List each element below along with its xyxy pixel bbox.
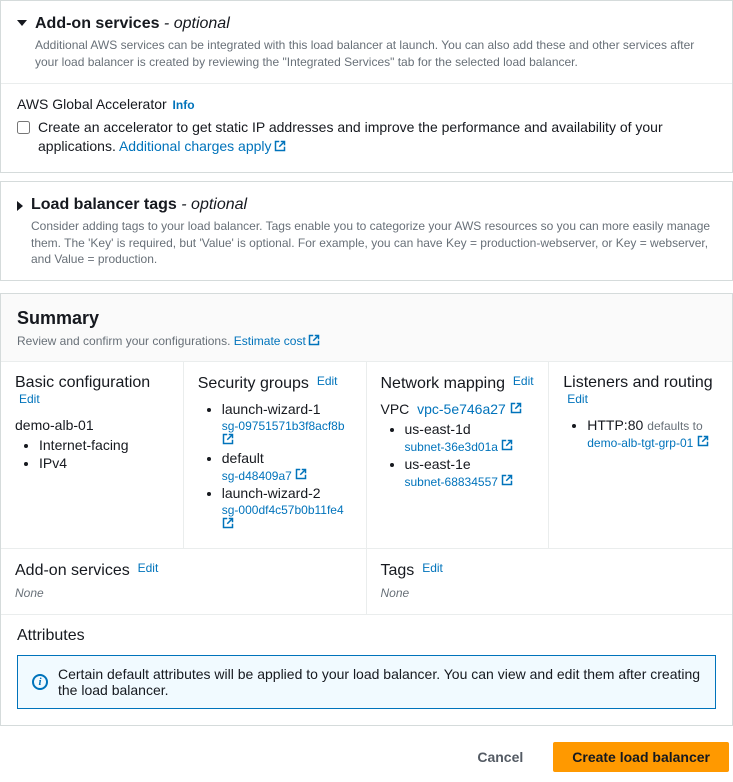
- tags-panel: Load balancer tags - optional Consider a…: [0, 181, 733, 281]
- accelerator-desc: Create an accelerator to get static IP a…: [38, 118, 716, 158]
- addon-services-panel: Add-on services - optional Additional AW…: [0, 0, 733, 173]
- edit-basic-link[interactable]: Edit: [19, 392, 40, 406]
- sg-title: Security groups: [198, 375, 309, 392]
- summary-panel: Summary Review and confirm your configur…: [0, 293, 733, 726]
- estimate-cost-link[interactable]: Estimate cost: [234, 334, 320, 348]
- optional-label: - optional: [159, 15, 229, 32]
- edit-addon-link[interactable]: Edit: [138, 561, 159, 575]
- sg-link[interactable]: sg-d48409a7: [222, 468, 352, 483]
- list-item: us-east-1d subnet-36e3d01a: [405, 421, 535, 454]
- footer: Cancel Create load balancer: [0, 726, 733, 782]
- summary-desc: Review and confirm your configurations. …: [17, 333, 716, 351]
- addon-desc: Additional AWS services can be integrate…: [35, 37, 716, 71]
- info-icon: i: [32, 674, 48, 690]
- list-item: HTTP:80defaults to demo-alb-tgt-grp-01: [587, 417, 718, 450]
- edit-sg-link[interactable]: Edit: [317, 374, 338, 388]
- list-item: Internet-facing: [39, 437, 169, 453]
- listeners-card: Listeners and routing Edit HTTP:80defaul…: [549, 362, 732, 548]
- external-link-icon: [308, 334, 320, 351]
- tags-desc: Consider adding tags to your load balanc…: [31, 218, 716, 268]
- listeners-title: Listeners and routing: [563, 374, 712, 391]
- list-item: launch-wizard-2 sg-000df4c57b0b11fe4: [222, 485, 352, 532]
- subnet-link[interactable]: subnet-36e3d01a: [405, 439, 535, 454]
- global-accelerator-label: AWS Global Accelerator: [17, 96, 167, 112]
- list-item: default sg-d48409a7: [222, 450, 352, 483]
- edit-network-link[interactable]: Edit: [513, 374, 534, 388]
- tags-summary-card: Tags Edit None: [367, 549, 733, 614]
- target-group-link[interactable]: demo-alb-tgt-grp-01: [587, 435, 718, 450]
- list-item: us-east-1e subnet-68834557: [405, 456, 535, 489]
- attributes-info-box: i Certain default attributes will be app…: [17, 655, 716, 709]
- list-item: IPv4: [39, 455, 169, 471]
- sg-link[interactable]: sg-000df4c57b0b11fe4: [222, 503, 352, 532]
- vpc-label: VPC: [381, 401, 410, 417]
- basic-config-card: Basic configuration Edit demo-alb-01 Int…: [1, 362, 184, 548]
- list-item: launch-wizard-1 sg-09751571b3f8acf8b: [222, 401, 352, 448]
- summary-title: Summary: [17, 308, 716, 329]
- tags-title: Load balancer tags: [31, 196, 177, 213]
- attributes-info-text: Certain default attributes will be appli…: [58, 666, 701, 698]
- addon-summary-card: Add-on services Edit None: [1, 549, 367, 614]
- tags-summary-title: Tags: [381, 562, 415, 579]
- accelerator-checkbox[interactable]: [17, 121, 30, 134]
- subnet-link[interactable]: subnet-68834557: [405, 474, 535, 489]
- info-link[interactable]: Info: [173, 98, 195, 112]
- tags-none: None: [381, 586, 719, 600]
- basic-title: Basic configuration: [15, 374, 150, 391]
- caret-down-icon[interactable]: [17, 20, 27, 26]
- cancel-button[interactable]: Cancel: [459, 742, 541, 772]
- network-mapping-card: Network mapping Edit VPC vpc-5e746a27 us…: [367, 362, 550, 548]
- external-link-icon: [274, 138, 286, 158]
- create-load-balancer-button[interactable]: Create load balancer: [553, 742, 729, 772]
- edit-tags-link[interactable]: Edit: [422, 561, 443, 575]
- sg-link[interactable]: sg-09751571b3f8acf8b: [222, 419, 352, 448]
- network-title: Network mapping: [381, 375, 506, 392]
- addon-summary-title: Add-on services: [15, 562, 130, 579]
- additional-charges-link[interactable]: Additional charges apply: [119, 138, 286, 154]
- edit-listeners-link[interactable]: Edit: [567, 392, 588, 406]
- caret-right-icon[interactable]: [17, 201, 23, 211]
- vpc-link[interactable]: vpc-5e746a27: [417, 401, 522, 417]
- addon-title: Add-on services: [35, 15, 159, 32]
- security-groups-card: Security groups Edit launch-wizard-1 sg-…: [184, 362, 367, 548]
- addon-none: None: [15, 586, 352, 600]
- attributes-title: Attributes: [17, 627, 716, 645]
- lb-name: demo-alb-01: [15, 417, 169, 433]
- optional-label: - optional: [177, 196, 247, 213]
